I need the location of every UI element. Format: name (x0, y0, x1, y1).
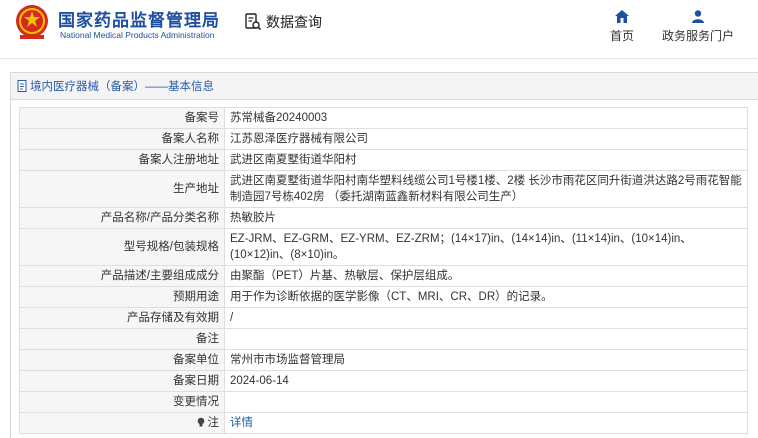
table-row: 备案人注册地址 武进区南夏墅街道华阳村 (19, 149, 748, 171)
table-row: 产品描述/主要组成成分 由聚酯（PET）片基、热敏层、保护层组成。 (19, 265, 748, 287)
field-label: 产品描述/主要组成成分 (19, 265, 225, 287)
national-emblem-icon (16, 5, 48, 39)
field-label: 备案人名称 (19, 128, 225, 150)
field-label: 产品名称/产品分类名称 (19, 207, 225, 229)
record-table: 备案号 苏常械备20240003 备案人名称 江苏恩泽医疗器械有限公司 备案人注… (19, 107, 748, 434)
user-icon (692, 10, 704, 23)
nav-gov-portal[interactable]: 政务服务门户 (658, 10, 738, 45)
field-value: 2024-06-14 (224, 370, 748, 392)
field-value: 武进区南夏墅街道华阳村 (224, 149, 748, 171)
table-row: 变更情况 (19, 391, 748, 413)
table-row: 备案人名称 江苏恩泽医疗器械有限公司 (19, 128, 748, 150)
field-label: 备案号 (19, 107, 225, 129)
field-label: 备案单位 (19, 349, 225, 371)
brand-title[interactable]: 国家药品监督管理局 (58, 6, 220, 31)
field-value: 苏常械备20240003 (224, 107, 748, 129)
field-label: 预期用途 (19, 286, 225, 308)
field-value: 常州市市场监督管理局 (224, 349, 748, 371)
details-cell: 详情 (224, 412, 748, 434)
panel-header: 境内医疗器械（备案）——基本信息 (11, 73, 758, 100)
field-value: EZ-JRM、EZ-GRM、EZ-YRM、EZ-ZRM；(14×17)in、(1… (224, 228, 748, 266)
field-value (224, 328, 748, 350)
field-value: 武进区南夏墅街道华阳村南华塑料线缆公司1号楼1楼、2楼 长沙市雨花区同升街道洪达… (224, 170, 748, 208)
nav-home-label: 首页 (609, 29, 634, 43)
field-label: 注 (207, 417, 220, 429)
table-row: 备案号 苏常械备20240003 (19, 107, 748, 129)
table-row: 型号规格/包装规格 EZ-JRM、EZ-GRM、EZ-YRM、EZ-ZRM；(1… (19, 228, 748, 266)
field-value: / (224, 307, 748, 329)
field-value: 江苏恩泽医疗器械有限公司 (224, 128, 748, 150)
field-label: 生产地址 (19, 170, 225, 208)
table-row: 备案单位 常州市市场监督管理局 (19, 349, 748, 371)
home-icon (615, 10, 629, 23)
panel-title: 境内医疗器械（备案）——基本信息 (30, 81, 214, 93)
document-search-icon (245, 13, 262, 31)
detail-panel: 境内医疗器械（备案）——基本信息 备案号 苏常械备20240003 备案人名称 … (10, 72, 758, 438)
field-value: 由聚酯（PET）片基、热敏层、保护层组成。 (224, 265, 748, 287)
brand-subtitle: National Medical Products Administration (60, 30, 215, 40)
field-label: 型号规格/包装规格 (19, 228, 225, 266)
field-value (224, 391, 748, 413)
details-link[interactable]: 详情 (230, 417, 253, 429)
field-value: 用于作为诊断依据的医学影像（CT、MRI、CR、DR）的记录。 (224, 286, 748, 308)
field-label: 备注 (19, 328, 225, 350)
table-row: 产品名称/产品分类名称 热敏胶片 (19, 207, 748, 229)
field-label: 备案人注册地址 (19, 149, 225, 171)
note-label-cell: 注 (19, 412, 225, 434)
table-row: 生产地址 武进区南夏墅街道华阳村南华塑料线缆公司1号楼1楼、2楼 长沙市雨花区同… (19, 170, 748, 208)
table-row: 产品存储及有效期 / (19, 307, 748, 329)
document-icon (17, 80, 27, 92)
field-value: 热敏胶片 (224, 207, 748, 229)
table-row: 预期用途 用于作为诊断依据的医学影像（CT、MRI、CR、DR）的记录。 (19, 286, 748, 308)
nav-home[interactable]: 首页 (602, 10, 642, 45)
data-query-label: 数据查询 (266, 14, 322, 30)
field-label: 变更情况 (19, 391, 225, 413)
data-query-link[interactable]: 数据查询 (244, 12, 322, 32)
lightbulb-icon (197, 417, 204, 427)
table-row: 备注 (19, 328, 748, 350)
nav-gov-portal-label: 政务服务门户 (661, 29, 734, 43)
table-row: 备案日期 2024-06-14 (19, 370, 748, 392)
site-header: 国家药品监督管理局 National Medical Products Admi… (0, 0, 758, 59)
field-label: 备案日期 (19, 370, 225, 392)
field-label: 产品存储及有效期 (19, 307, 225, 329)
table-row: 注 详情 (19, 412, 748, 434)
